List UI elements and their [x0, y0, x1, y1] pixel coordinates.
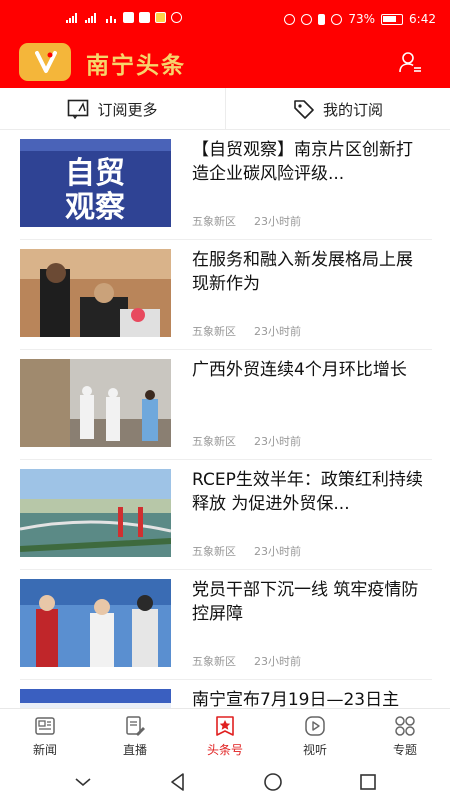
news-list: 自贸 观察 【自贸观察】南京片区创新打造企业碳风险评级... 五象新区 23小时… [0, 130, 450, 708]
status-left-icons [66, 12, 182, 23]
wechat-icon [139, 12, 150, 23]
news-source: 五象新区 [192, 655, 236, 668]
chevron-down-icon[interactable] [72, 771, 94, 793]
news-meta: 五象新区 23小时前 [192, 543, 301, 559]
clock-time: 6:42 [409, 12, 436, 26]
recents-square-icon[interactable] [357, 771, 379, 793]
bottom-nav: 新闻 直播 头条号 视听 专题 [0, 708, 450, 764]
nav-tab-audio-video[interactable]: 视听 [270, 709, 360, 764]
star-badge-icon [216, 716, 234, 736]
app-root: 73% 6:42 南宁头条 订阅更多 我的订阅 自贸 观察 【自贸观察】南京片区… [0, 0, 450, 800]
news-time: 23小时前 [254, 215, 301, 228]
document-edit-icon [126, 716, 145, 736]
picture-frame-icon [68, 99, 89, 119]
app-title: 南宁头条 [86, 53, 186, 79]
news-title: 广西外贸连续4个月环比增长 [192, 360, 407, 380]
nav-tab-topics[interactable]: 专题 [360, 709, 450, 764]
alarm-icon [171, 12, 182, 23]
news-meta: 五象新区 23小时前 [192, 323, 301, 339]
signal-icon-2 [85, 12, 99, 23]
tag-icon [294, 100, 314, 119]
news-thumbnail: 自贸 观察 [20, 139, 171, 227]
signal-icon [66, 12, 80, 23]
news-title: 党员干部下沉一线 筑牢疫情防控屏障 [192, 580, 419, 624]
news-source: 五象新区 [192, 325, 236, 338]
status-right-icons: 73% 6:42 [284, 12, 436, 26]
news-title: 南宁宣布7月19日—23日主 [192, 690, 400, 708]
message-icon [155, 12, 166, 23]
news-source: 五象新区 [192, 215, 236, 228]
thumb-text-line1: 自贸 [65, 156, 125, 191]
thumb-text-line2: 观察 [65, 190, 126, 225]
home-circle-icon[interactable] [262, 771, 284, 793]
system-nav-bar [0, 764, 450, 800]
wifi-icon [104, 13, 118, 23]
nav-label: 直播 [122, 743, 147, 757]
news-meta: 五象新区 23小时前 [192, 433, 301, 449]
news-meta: 五象新区 23小时前 [192, 213, 301, 229]
my-subscriptions-tab[interactable]: 我的订阅 [225, 88, 450, 130]
news-item[interactable]: 广西外贸连续4个月环比增长 五象新区 23小时前 [20, 350, 432, 460]
news-time: 23小时前 [254, 435, 301, 448]
mute-icon [331, 13, 343, 25]
news-time: 23小时前 [254, 655, 301, 668]
news-item[interactable]: 自贸 观察 【自贸观察】南京片区创新打造企业碳风险评级... 五象新区 23小时… [20, 130, 432, 240]
news-title: 在服务和融入新发展格局上展现新作为 [192, 250, 413, 294]
news-time: 23小时前 [254, 545, 301, 558]
nav-label: 新闻 [32, 743, 57, 757]
play-circle-icon [305, 716, 325, 736]
subscription-bar: 订阅更多 我的订阅 [0, 88, 450, 130]
news-title: 【自贸观察】南京片区创新打造企业碳风险评级... [192, 140, 413, 184]
subscribe-more-label: 订阅更多 [97, 100, 158, 119]
nav-label: 视听 [302, 743, 327, 757]
nfc-icon [284, 13, 296, 25]
newspaper-icon [35, 717, 55, 735]
back-triangle-icon[interactable] [167, 771, 189, 793]
nav-tab-news[interactable]: 新闻 [0, 709, 90, 764]
news-thumbnail [20, 359, 171, 447]
bluetooth-icon [318, 13, 326, 25]
my-subscriptions-label: 我的订阅 [322, 100, 383, 119]
grid-circles-icon [395, 716, 415, 736]
nav-tab-headline-account[interactable]: 头条号 [180, 709, 270, 764]
logo-icon [19, 43, 71, 81]
battery-percent: 73% [348, 12, 376, 26]
app-notification-icon [123, 12, 134, 23]
news-title: RCEP生效半年：政策红利持续释放 为促进外贸保... [192, 470, 423, 514]
news-thumbnail [20, 469, 171, 557]
news-thumbnail [20, 689, 171, 708]
news-source: 五象新区 [192, 545, 236, 558]
battery-icon [381, 13, 404, 25]
news-item[interactable]: 在服务和融入新发展格局上展现新作为 五象新区 23小时前 [20, 240, 432, 350]
news-thumbnail [20, 249, 171, 337]
news-meta: 五象新区 23小时前 [192, 653, 301, 669]
nav-label: 专题 [392, 743, 417, 757]
user-list-icon[interactable] [398, 50, 422, 74]
news-item[interactable]: 南宁宣布7月19日—23日主 [20, 680, 432, 708]
news-item[interactable]: 党员干部下沉一线 筑牢疫情防控屏障 五象新区 23小时前 [20, 570, 432, 680]
status-bar: 73% 6:42 [0, 0, 450, 40]
news-time: 23小时前 [254, 325, 301, 338]
nav-label: 头条号 [206, 743, 243, 757]
news-item[interactable]: RCEP生效半年：政策红利持续释放 为促进外贸保... 五象新区 23小时前 [20, 460, 432, 570]
subscribe-more-tab[interactable]: 订阅更多 [0, 88, 225, 130]
nav-tab-live[interactable]: 直播 [90, 709, 180, 764]
news-thumbnail [20, 579, 171, 667]
news-source: 五象新区 [192, 435, 236, 448]
vibrate-icon [301, 13, 313, 25]
